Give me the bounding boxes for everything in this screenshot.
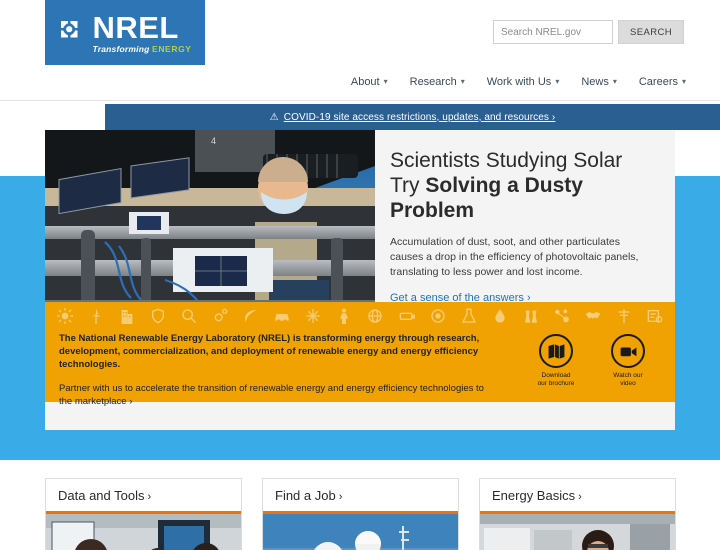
magnifier-icon <box>181 308 197 324</box>
leaf-icon <box>243 308 259 324</box>
card-data-and-tools[interactable]: Data and Tools › <box>45 478 242 550</box>
card-image <box>46 514 241 550</box>
disc-icon <box>430 308 446 324</box>
nav-item-about[interactable]: About ▾ <box>351 76 388 88</box>
gear-icon <box>212 308 228 324</box>
card-find-a-job[interactable]: Find a Job › <box>262 478 459 550</box>
promo-icon-strip <box>45 302 675 330</box>
search-input[interactable] <box>493 20 613 44</box>
promo-band: The National Renewable Energy Laboratory… <box>45 302 675 407</box>
nav-item-work-with-us[interactable]: Work with Us ▾ <box>487 76 560 88</box>
hero-text-panel: Scientists Studying Solar Try Solving a … <box>375 130 675 330</box>
video-camera-icon <box>611 334 645 368</box>
nrel-homepage: NREL Transforming ENERGY SEARCH About ▾ … <box>0 0 720 550</box>
feature-cards: Data and Tools › Find a Job › Energy Bas… <box>0 478 720 550</box>
hero-image: 4 <box>45 130 375 330</box>
globe-icon <box>367 308 383 324</box>
flask-icon <box>461 308 477 324</box>
nav-label: About <box>350 76 380 88</box>
site-search: SEARCH <box>493 20 684 44</box>
chevron-down-icon: ▾ <box>460 77 465 86</box>
card-title: Energy Basics › <box>480 479 675 511</box>
chevron-down-icon: ▾ <box>681 77 686 86</box>
logo-tagline: Transforming ENERGY <box>92 43 192 54</box>
handshake-icon <box>585 308 601 324</box>
svg-text:4: 4 <box>211 136 216 146</box>
header-divider <box>0 100 720 101</box>
card-title-text: Find a Job <box>275 488 336 503</box>
shield-icon <box>150 308 166 324</box>
logo-wordmark: NREL <box>92 9 179 45</box>
chevron-down-icon: ▾ <box>612 77 617 86</box>
warning-triangle-icon: ⚠ <box>269 111 279 123</box>
nav-item-research[interactable]: Research ▾ <box>410 76 465 88</box>
site-logo[interactable]: NREL Transforming ENERGY <box>45 0 205 65</box>
hero-headline: Scientists Studying Solar Try Solving a … <box>390 149 623 222</box>
nav-label: Research <box>409 76 457 88</box>
promo-sub-text[interactable]: Partner with us to accelerate the transi… <box>59 382 499 408</box>
molecule-icon <box>554 308 570 324</box>
covid-alert-text: ⚠ COVID-19 site access restrictions, upda… <box>269 111 556 123</box>
watch-video-button[interactable]: Watch our video <box>603 334 653 388</box>
nav-label: Careers <box>638 76 678 88</box>
hero-section: ⚠ COVID-19 site access restrictions, upda… <box>0 102 720 460</box>
hero-body-text: Accumulation of dust, soot, and other pa… <box>390 236 639 278</box>
nav-item-news[interactable]: News ▾ <box>581 76 617 88</box>
sparkle-icon <box>305 308 321 324</box>
card-title: Find a Job › <box>263 479 458 511</box>
search-button[interactable]: SEARCH <box>618 20 684 44</box>
card-energy-basics[interactable]: Energy Basics › <box>479 478 676 550</box>
cooling-tower-icon <box>523 308 539 324</box>
nav-label: Work with Us <box>486 76 552 88</box>
download-brochure-label: Download our brochure <box>537 372 575 387</box>
nav-item-careers[interactable]: Careers ▾ <box>639 76 686 88</box>
wind-turbine-icon <box>88 308 104 324</box>
chevron-down-icon: ▾ <box>383 77 388 86</box>
chevron-right-icon: › <box>338 491 343 503</box>
sun-icon <box>57 308 73 324</box>
nav-label: News <box>581 76 609 88</box>
chevron-right-icon: › <box>147 491 152 503</box>
chevron-down-icon: ▾ <box>555 77 560 86</box>
droplet-icon <box>492 308 508 324</box>
promo-actions: Download our brochure Watch our video <box>531 334 653 388</box>
watch-video-label: Watch our video <box>613 372 643 387</box>
document-search-icon <box>647 308 663 324</box>
card-image <box>263 514 458 550</box>
download-brochure-button[interactable]: Download our brochure <box>531 334 581 388</box>
brochure-map-icon <box>539 334 573 368</box>
chevron-right-icon: › <box>578 491 582 503</box>
card-title-text: Energy Basics <box>492 488 576 503</box>
car-icon <box>274 308 290 324</box>
power-pole-icon <box>616 308 632 324</box>
card-title-text: Data and Tools <box>58 488 145 503</box>
person-icon <box>336 308 352 324</box>
covid-alert-banner[interactable]: ⚠ COVID-19 site access restrictions, upda… <box>105 104 720 130</box>
card-image <box>480 514 675 550</box>
battery-icon <box>399 308 415 324</box>
main-navigation: About ▾ Research ▾ Work with Us ▾ News ▾… <box>351 76 686 88</box>
building-icon <box>119 308 135 324</box>
card-title: Data and Tools › <box>46 479 241 511</box>
site-header: NREL Transforming ENERGY SEARCH About ▾ … <box>0 0 720 102</box>
promo-lead-text: The National Renewable Energy Laboratory… <box>59 333 480 370</box>
nrel-emblem-icon <box>58 18 88 48</box>
